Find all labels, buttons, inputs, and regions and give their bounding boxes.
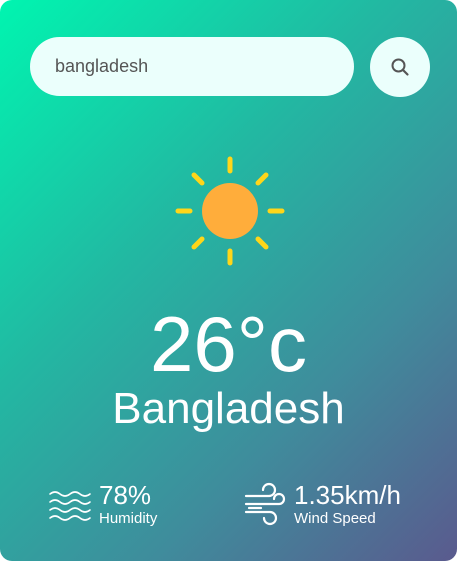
city-name: Bangladesh — [112, 384, 345, 433]
humidity-value: 78% — [99, 480, 152, 510]
wind-value: 1.35km/h — [294, 480, 401, 510]
humidity-label: Humidity — [99, 510, 158, 527]
weather-card: 26°c Bangladesh 78% Humidity — [0, 0, 457, 561]
wind-label: Wind Speed — [294, 510, 376, 527]
search-icon — [390, 57, 410, 77]
sun-icon — [173, 154, 287, 268]
wind-icon — [243, 482, 287, 526]
search-input[interactable] — [30, 37, 354, 96]
temperature: 26°c — [150, 300, 307, 388]
wind-detail: 1.35km/h Wind Speed — [243, 478, 401, 530]
humidity-detail: 78% Humidity — [48, 478, 157, 530]
waves-icon — [48, 482, 92, 526]
search-button[interactable] — [370, 37, 430, 97]
